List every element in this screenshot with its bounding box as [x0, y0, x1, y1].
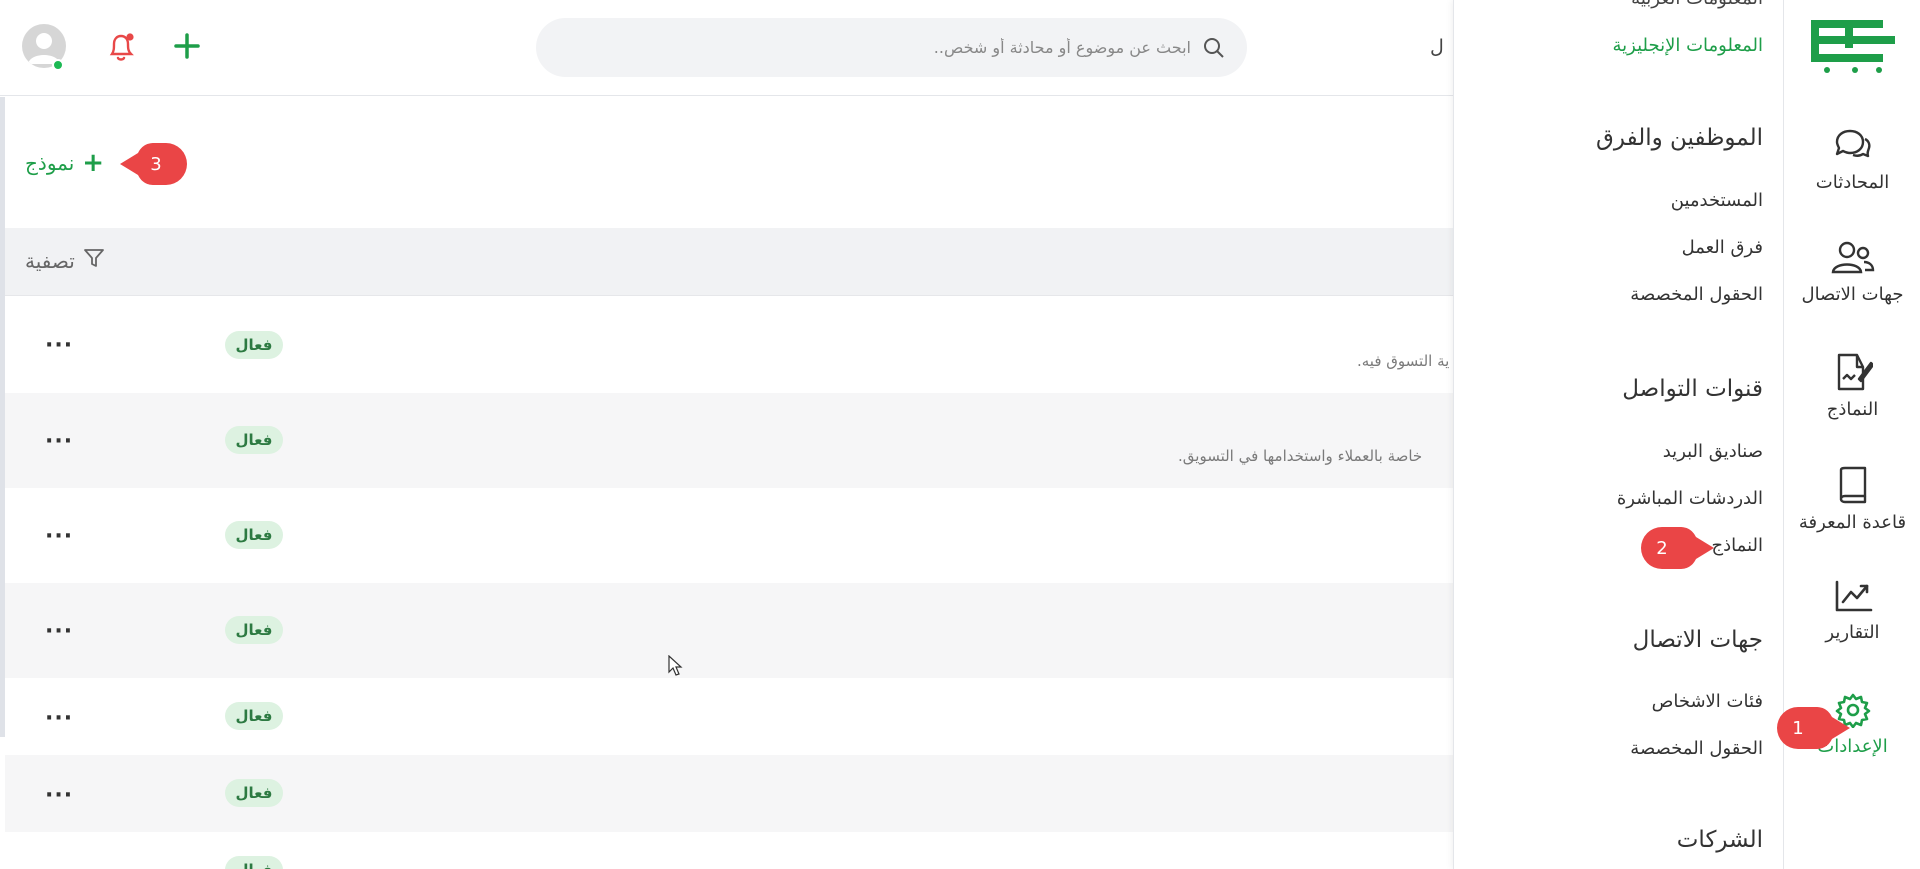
plus-icon: +: [82, 148, 105, 178]
table-row[interactable]: ··· فعال: [5, 583, 1453, 678]
callout-number: 3: [150, 154, 161, 175]
brand-logo[interactable]: [1809, 14, 1897, 80]
rail-label: قاعدة المعرفة: [1798, 512, 1907, 533]
rail-label: جهات الاتصال: [1801, 284, 1904, 305]
callout-number: 2: [1656, 538, 1667, 559]
more-options-icon[interactable]: ···: [45, 431, 73, 453]
online-status-dot: [52, 59, 64, 71]
more-options-icon[interactable]: ···: [45, 785, 73, 807]
more-options-icon[interactable]: ···: [45, 621, 73, 643]
filter-icon: [83, 247, 105, 274]
status-badge: فعال: [225, 616, 283, 644]
status-badge: فعال: [225, 521, 283, 549]
table-row[interactable]: ··· فعال: [5, 755, 1453, 832]
section-heading-companies: الشركات: [1676, 827, 1763, 853]
table-row[interactable]: ··· فعال ية التسوق فيه.: [5, 297, 1453, 393]
row-description: ية التسوق فيه.: [1357, 352, 1450, 370]
app: ل نموذج + تصفية ··· فعال ية التسوق فيه. …: [0, 0, 1920, 869]
rail-item-reports[interactable]: التقارير: [1784, 580, 1920, 643]
more-options-icon[interactable]: ···: [45, 526, 73, 548]
callout-marker-1: 1: [1774, 705, 1874, 751]
settings-item-arabic-info[interactable]: المعلومات العربية: [1631, 0, 1763, 9]
settings-item-custom-fields-contacts[interactable]: الحقول المخصصة: [1630, 738, 1763, 759]
rail-label: التقارير: [1825, 622, 1880, 643]
table-row[interactable]: ··· فعال: [5, 832, 1453, 869]
add-form-button[interactable]: نموذج +: [25, 150, 104, 176]
rail-item-knowledge-base[interactable]: قاعدة المعرفة: [1784, 466, 1920, 533]
callout-marker-2: 2: [1638, 525, 1738, 571]
table-row[interactable]: ··· فعال: [5, 678, 1453, 755]
bell-icon[interactable]: [106, 30, 138, 64]
status-badge: فعال: [225, 702, 283, 730]
settings-item-live-chats[interactable]: الدردشات المباشرة: [1617, 488, 1763, 509]
settings-item-custom-fields[interactable]: الحقول المخصصة: [1630, 284, 1763, 305]
filter-bar: تصفية: [5, 228, 1453, 296]
rail-item-contacts[interactable]: جهات الاتصال: [1784, 240, 1920, 305]
truncated-header-label: ل: [1430, 36, 1444, 58]
search-input[interactable]: [631, 32, 1191, 62]
rail-item-conversations[interactable]: المحادثات: [1784, 128, 1920, 193]
status-badge: فعال: [225, 779, 283, 807]
filter-button[interactable]: تصفية: [25, 247, 105, 274]
status-badge: فعال: [225, 856, 283, 869]
settings-item-mailboxes[interactable]: صناديق البريد: [1663, 441, 1763, 462]
status-badge: فعال: [225, 426, 283, 454]
settings-item-english-info[interactable]: المعلومات الإنجليزية: [1612, 35, 1763, 56]
callout-number: 1: [1792, 718, 1803, 739]
settings-panel: المعلومات العربية المعلومات الإنجليزية ا…: [1453, 0, 1783, 869]
add-plus-icon[interactable]: [171, 30, 203, 62]
search-bar[interactable]: [536, 18, 1247, 77]
status-badge: فعال: [225, 331, 283, 359]
callout-marker-3: 3: [118, 141, 218, 187]
more-options-icon[interactable]: ···: [45, 708, 73, 730]
mouse-cursor: [668, 654, 684, 681]
settings-item-people-categories[interactable]: فئات الاشخاص: [1652, 691, 1763, 712]
section-heading-staff: الموظفين والفرق: [1596, 125, 1763, 151]
section-heading-contacts: جهات الاتصال: [1632, 627, 1763, 653]
rail-item-forms[interactable]: النماذج: [1784, 353, 1920, 420]
table-row[interactable]: ··· فعال خاصة بالعملاء واستخدامها في الت…: [5, 393, 1453, 488]
table-row[interactable]: ··· فعال: [5, 488, 1453, 583]
rail-label: المحادثات: [1815, 172, 1890, 193]
rail-label: النماذج: [1826, 399, 1879, 420]
filter-label: تصفية: [25, 248, 75, 273]
more-options-icon[interactable]: ···: [45, 862, 73, 869]
row-description: خاصة بالعملاء واستخدامها في التسويق.: [1178, 447, 1423, 465]
top-bar: ل: [0, 0, 1453, 96]
settings-item-teams[interactable]: فرق العمل: [1682, 237, 1763, 258]
settings-item-users[interactable]: المستخدمين: [1671, 190, 1763, 211]
add-form-label: نموذج: [25, 151, 75, 175]
section-heading-channels: قنوات التواصل: [1622, 376, 1763, 402]
search-icon: [1203, 37, 1225, 63]
more-options-icon[interactable]: ···: [45, 335, 73, 357]
